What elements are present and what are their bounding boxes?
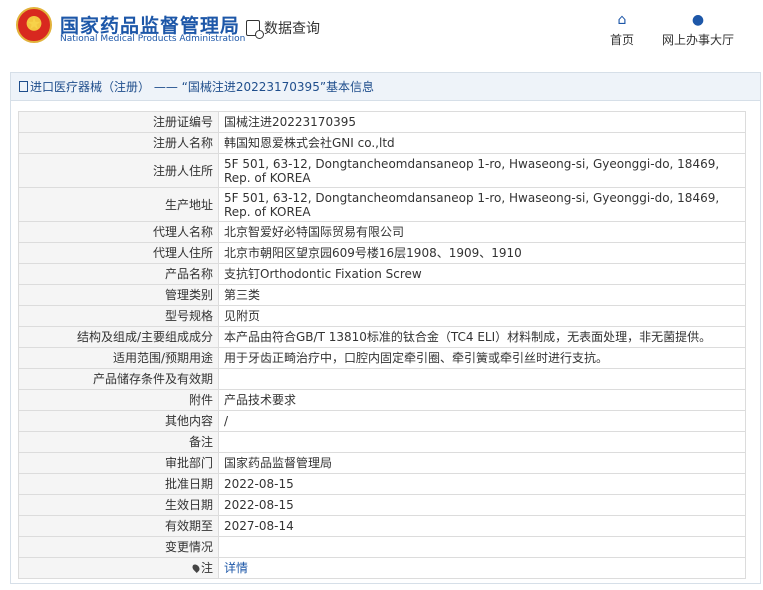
- row-value: 2022-08-15: [218, 494, 746, 516]
- site-header: 国家药品监督管理局 National Medical Products Admi…: [0, 0, 763, 58]
- row-label: 其他内容: [18, 410, 219, 432]
- table-row: 适用范围/预期用途 用于牙齿正畸治疗中，口腔内固定牵引圈、牵引簧或牵引丝时进行支抗…: [18, 347, 746, 369]
- panel-title: 进口医疗器械（注册） —— “国械注进20223170395”基本信息: [30, 80, 375, 94]
- row-label: 生产地址: [18, 187, 219, 222]
- table-row: 注册人住所 5F 501, 63-12, Dongtancheomdansaneo…: [18, 153, 746, 188]
- row-value: 5F 501, 63-12, Dongtancheomdansaneop 1-r…: [218, 153, 746, 188]
- table-row: 产品储存条件及有效期: [18, 368, 746, 390]
- table-row: 生效日期 2022-08-15: [18, 494, 746, 516]
- table-row: 附件 产品技术要求: [18, 389, 746, 411]
- note-label: 注: [200, 561, 213, 575]
- row-value: 2022-08-15: [218, 473, 746, 495]
- row-label: 注册人住所: [18, 153, 219, 188]
- table-row: 批准日期 2022-08-15: [18, 473, 746, 495]
- data-query-link[interactable]: 数据查询: [246, 18, 320, 39]
- table-row: 产品名称 支抗钉Orthodontic Fixation Screw: [18, 263, 746, 285]
- note-label-cell: 注: [18, 557, 219, 579]
- table-row: 代理人住所 北京市朝阳区望京园609号楼16层1908、1909、1910: [18, 242, 746, 264]
- document-icon: [19, 81, 28, 92]
- row-value: 5F 501, 63-12, Dongtancheomdansaneop 1-r…: [218, 187, 746, 222]
- row-label: 管理类别: [18, 284, 219, 306]
- data-query-label: 数据查询: [264, 21, 320, 37]
- row-value: 韩国知恩爱株式会社GNI co.,ltd: [218, 132, 746, 154]
- row-label: 型号规格: [18, 305, 219, 327]
- table-row: 生产地址 5F 501, 63-12, Dongtancheomdansaneop…: [18, 187, 746, 222]
- row-label: 审批部门: [18, 452, 219, 474]
- table-row: 审批部门 国家药品监督管理局: [18, 452, 746, 474]
- document-search-icon: [246, 20, 264, 39]
- row-value: 国械注进20223170395: [218, 111, 746, 133]
- row-value: 产品技术要求: [218, 389, 746, 411]
- table-row: 结构及组成/主要组成成分 本产品由符合GB/T 13810标准的钛合金（TC4 E…: [18, 326, 746, 348]
- table-row: 管理类别 第三类: [18, 284, 746, 306]
- home-icon: ⌂: [617, 12, 627, 28]
- row-label: 生效日期: [18, 494, 219, 516]
- table-row: 注册人名称 韩国知恩爱株式会社GNI co.,ltd: [18, 132, 746, 154]
- row-value: 2027-08-14: [218, 515, 746, 537]
- row-value: 见附页: [218, 305, 746, 327]
- row-value: 第三类: [218, 284, 746, 306]
- row-label: 变更情况: [18, 536, 219, 558]
- row-value: 北京智爱好必特国际贸易有限公司: [218, 221, 746, 243]
- row-label: 注册人名称: [18, 132, 219, 154]
- row-value: [218, 536, 746, 558]
- nav-online-service-hall[interactable]: ● 网上办事大厅: [655, 12, 741, 48]
- table-row: 备注: [18, 431, 746, 453]
- row-value: 国家药品监督管理局: [218, 452, 746, 474]
- row-label: 代理人住所: [18, 242, 219, 264]
- brand-name-en[interactable]: National Medical Products Administration: [60, 34, 245, 44]
- details-link[interactable]: 详情: [224, 561, 248, 575]
- row-value: [218, 368, 746, 390]
- row-value: 本产品由符合GB/T 13810标准的钛合金（TC4 ELI）材料制成，无表面处…: [218, 326, 746, 348]
- table-row: 代理人名称 北京智爱好必特国际贸易有限公司: [18, 221, 746, 243]
- row-label: 产品储存条件及有效期: [18, 368, 219, 390]
- table-row: 变更情况: [18, 536, 746, 558]
- row-label: 产品名称: [18, 263, 219, 285]
- row-label: 结构及组成/主要组成成分: [18, 326, 219, 348]
- row-value: /: [218, 410, 746, 432]
- row-label: 注册证编号: [18, 111, 219, 133]
- row-label: 附件: [18, 389, 219, 411]
- note-value-cell: 详情: [218, 557, 746, 579]
- row-value: [218, 431, 746, 453]
- row-label: 适用范围/预期用途: [18, 347, 219, 369]
- nav-online-service-hall-label: 网上办事大厅: [661, 33, 734, 47]
- row-value: 北京市朝阳区望京园609号楼16层1908、1909、1910: [218, 242, 746, 264]
- row-label: 批准日期: [18, 473, 219, 495]
- table-row: 型号规格 见附页: [18, 305, 746, 327]
- row-label: 有效期至: [18, 515, 219, 537]
- location-pin-icon: [191, 563, 201, 573]
- nav-home-label: 首页: [609, 33, 634, 47]
- registration-info-table: 注册证编号 国械注进20223170395 注册人名称 韩国知恩爱株式会社GNI c…: [18, 111, 746, 579]
- user-icon: ●: [691, 12, 705, 28]
- national-emblem-icon: [16, 7, 52, 43]
- row-label: 代理人名称: [18, 221, 219, 243]
- table-row: 其他内容 /: [18, 410, 746, 432]
- table-row: 注 详情: [18, 557, 746, 579]
- row-label: 备注: [18, 431, 219, 453]
- table-row: 有效期至 2027-08-14: [18, 515, 746, 537]
- panel-title-bar: 进口医疗器械（注册） —— “国械注进20223170395”基本信息: [11, 73, 760, 101]
- row-value: 支抗钉Orthodontic Fixation Screw: [218, 263, 746, 285]
- row-value: 用于牙齿正畸治疗中，口腔内固定牵引圈、牵引簧或牵引丝时进行支抗。: [218, 347, 746, 369]
- table-row: 注册证编号 国械注进20223170395: [18, 111, 746, 133]
- detail-panel: 进口医疗器械（注册） —— “国械注进20223170395”基本信息 注册证编…: [10, 72, 761, 584]
- nav-home[interactable]: ⌂ 首页: [603, 12, 641, 48]
